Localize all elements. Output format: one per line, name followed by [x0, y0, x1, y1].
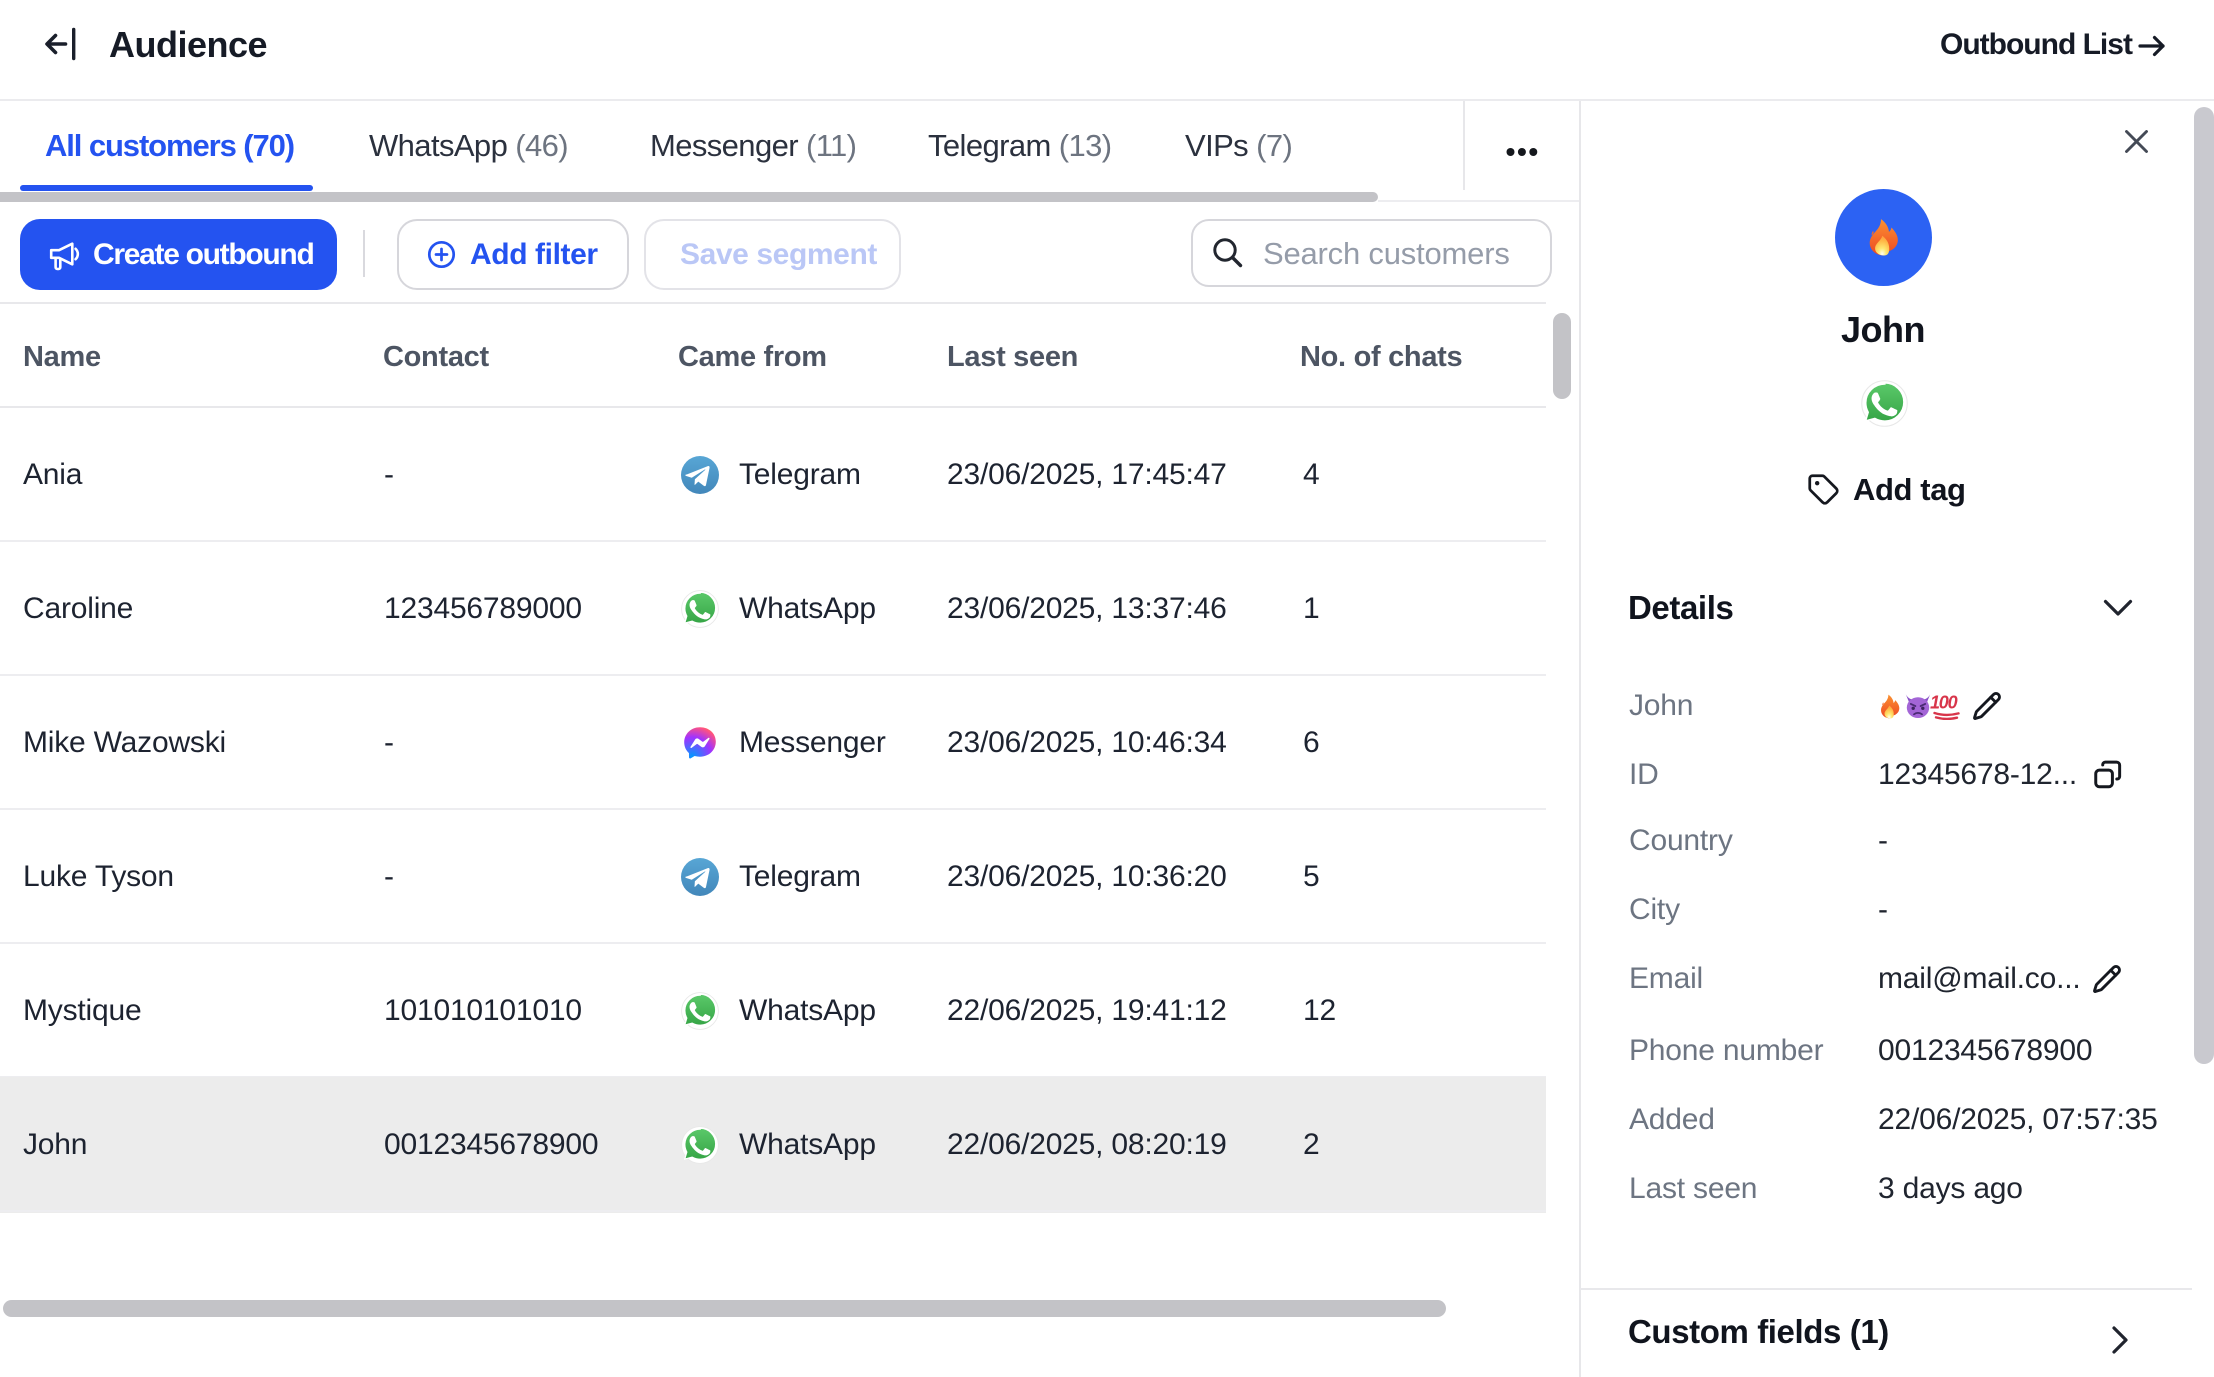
svg-text:100: 100: [1930, 693, 1958, 713]
